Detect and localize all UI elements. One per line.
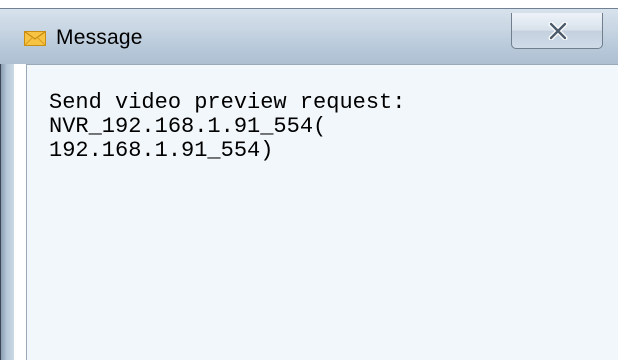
envelope-icon	[24, 30, 46, 46]
message-line-1: Send video preview request:	[49, 90, 406, 115]
message-text: Send video preview request: NVR_192.168.1…	[49, 91, 405, 163]
window-title: Message	[56, 26, 143, 49]
message-content-area: Send video preview request: NVR_192.168.1…	[26, 64, 618, 360]
title-bar[interactable]: Message	[0, 8, 618, 64]
close-button[interactable]	[511, 13, 603, 49]
message-line-2: NVR_192.168.1.91_554(	[49, 114, 327, 139]
message-window: Message Send video preview request: NVR_1…	[0, 0, 618, 360]
message-line-3: 192.168.1.91_554)	[49, 138, 274, 163]
close-icon	[548, 22, 568, 40]
